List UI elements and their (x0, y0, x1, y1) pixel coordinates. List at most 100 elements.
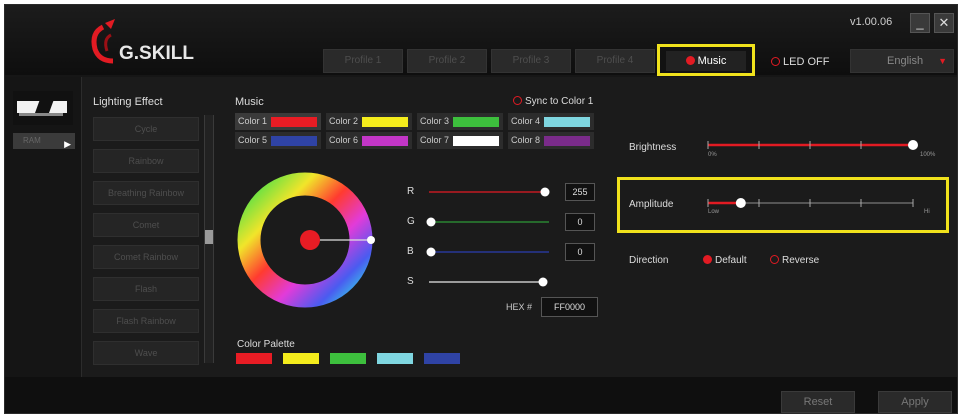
language-select[interactable]: English ▼ (850, 49, 954, 73)
minimize-button[interactable]: _ (910, 13, 930, 33)
color-8-label: Color 8 (511, 135, 541, 145)
chevron-right-icon: ▶ (64, 139, 71, 149)
g-slider-knob[interactable] (426, 217, 436, 227)
tab-profile-4[interactable]: Profile 4 (575, 49, 655, 73)
music-title: Music (235, 96, 264, 108)
radio-unselected-icon (770, 255, 779, 264)
r-slider-knob[interactable] (540, 187, 550, 197)
s-label: S (407, 276, 414, 287)
color-8-swatch (544, 136, 590, 146)
amplitude-label: Amplitude (629, 199, 674, 210)
color-8-button[interactable]: Color 8 (508, 132, 594, 149)
led-off-ring-icon (771, 57, 780, 66)
color-2-label: Color 2 (329, 116, 359, 126)
brightness-max-label: 100% (920, 152, 936, 158)
main-content: RAM ▶ Lighting Effect Cycle Rainbow Breat… (5, 77, 957, 377)
b-slider-knob[interactable] (426, 247, 436, 257)
tab-profile-2[interactable]: Profile 2 (407, 49, 487, 73)
direction-reverse-label: Reverse (782, 255, 820, 266)
brightness-label: Brightness (629, 142, 677, 153)
app-window: G.SKILL v1.00.06 _ ✕ Profile 1 Profile 2… (4, 4, 958, 414)
palette-swatch-1[interactable] (236, 353, 272, 364)
color-3-button[interactable]: Color 3 (417, 113, 503, 130)
g-value-field[interactable]: 0 (565, 213, 595, 231)
effect-scrollbar[interactable] (204, 115, 214, 363)
effect-rainbow-button[interactable]: Rainbow (93, 149, 199, 173)
minimize-icon: _ (916, 15, 924, 30)
effect-comet-button[interactable]: Comet (93, 213, 199, 237)
led-off-label: LED OFF (783, 56, 830, 68)
color-palette-title: Color Palette (237, 339, 295, 350)
hex-input[interactable]: FF0000 (541, 297, 598, 317)
color-2-swatch (362, 117, 408, 127)
s-slider-knob[interactable] (538, 277, 548, 287)
memory-module-icon[interactable] (13, 91, 73, 125)
color-wheel[interactable] (237, 172, 373, 308)
sync-to-color-1[interactable]: Sync to Color 1 (513, 96, 593, 107)
palette-swatch-4[interactable] (377, 353, 413, 364)
effect-comet-rainbow-button[interactable]: Comet Rainbow (93, 245, 199, 269)
color-3-swatch (453, 117, 499, 127)
direction-default-label: Default (715, 255, 747, 266)
gskill-logo: G.SKILL (91, 19, 194, 64)
language-value: English (887, 55, 924, 67)
color-7-label: Color 7 (420, 135, 450, 145)
direction-default-radio[interactable]: Default (703, 255, 747, 266)
color-6-swatch (362, 136, 408, 146)
color-4-button[interactable]: Color 4 (508, 113, 594, 130)
g-label: G (407, 216, 415, 227)
color-1-swatch (271, 117, 317, 127)
color-5-swatch (271, 136, 317, 146)
sync-label: Sync to Color 1 (525, 96, 594, 107)
chevron-down-icon: ▼ (938, 56, 947, 66)
r-value-field[interactable]: 255 (565, 183, 595, 201)
music-tab-label: Music (697, 55, 727, 67)
color-5-button[interactable]: Color 5 (235, 132, 321, 149)
reset-button[interactable]: Reset (781, 391, 855, 413)
palette-swatch-3[interactable] (330, 353, 366, 364)
color-6-label: Color 6 (329, 135, 359, 145)
apply-button[interactable]: Apply (878, 391, 952, 413)
effect-flash-rainbow-button[interactable]: Flash Rainbow (93, 309, 199, 333)
b-value-field[interactable]: 0 (565, 243, 595, 261)
lighting-effect-title: Lighting Effect (93, 96, 163, 108)
color-2-button[interactable]: Color 2 (326, 113, 412, 130)
title-bar: G.SKILL v1.00.06 _ ✕ Profile 1 Profile 2… (5, 5, 957, 76)
radio-selected-icon (703, 255, 712, 264)
color-wheel-handle[interactable] (367, 236, 375, 244)
color-7-swatch (453, 136, 499, 146)
brightness-min-label: 0% (708, 152, 717, 158)
effect-cycle-button[interactable]: Cycle (93, 117, 199, 141)
color-4-swatch (544, 117, 590, 127)
color-6-button[interactable]: Color 6 (326, 132, 412, 149)
module-tag[interactable]: RAM ▶ (13, 133, 75, 149)
color-3-label: Color 3 (420, 116, 450, 126)
color-5-label: Color 5 (238, 135, 268, 145)
tab-profile-1[interactable]: Profile 1 (323, 49, 403, 73)
footer-bar: Reset Apply (5, 377, 957, 413)
color-4-label: Color 4 (511, 116, 541, 126)
close-button[interactable]: ✕ (934, 13, 954, 33)
palette-swatch-2[interactable] (283, 353, 319, 364)
amplitude-max-label: Hi (924, 209, 930, 215)
color-1-label: Color 1 (238, 116, 268, 126)
music-dot-icon (685, 56, 695, 65)
tab-led-off[interactable]: LED OFF (771, 51, 843, 73)
tab-profile-3[interactable]: Profile 3 (491, 49, 571, 73)
color-7-button[interactable]: Color 7 (417, 132, 503, 149)
color-wheel-center-swatch (300, 230, 320, 250)
sync-ring-icon (513, 96, 522, 105)
module-sidebar: RAM ▶ (5, 77, 82, 377)
tab-music[interactable]: Music (657, 44, 755, 76)
scrollbar-thumb[interactable] (205, 230, 213, 244)
palette-swatch-5[interactable] (424, 353, 460, 364)
effect-breathing-rainbow-button[interactable]: Breathing Rainbow (93, 181, 199, 205)
hex-label: HEX # (506, 302, 533, 312)
effect-wave-button[interactable]: Wave (93, 341, 199, 365)
color-1-button[interactable]: Color 1 (235, 113, 321, 130)
close-icon: ✕ (938, 15, 950, 30)
direction-reverse-radio[interactable]: Reverse (770, 255, 819, 266)
r-label: R (407, 186, 415, 197)
effect-flash-button[interactable]: Flash (93, 277, 199, 301)
brightness-knob[interactable] (908, 140, 918, 150)
